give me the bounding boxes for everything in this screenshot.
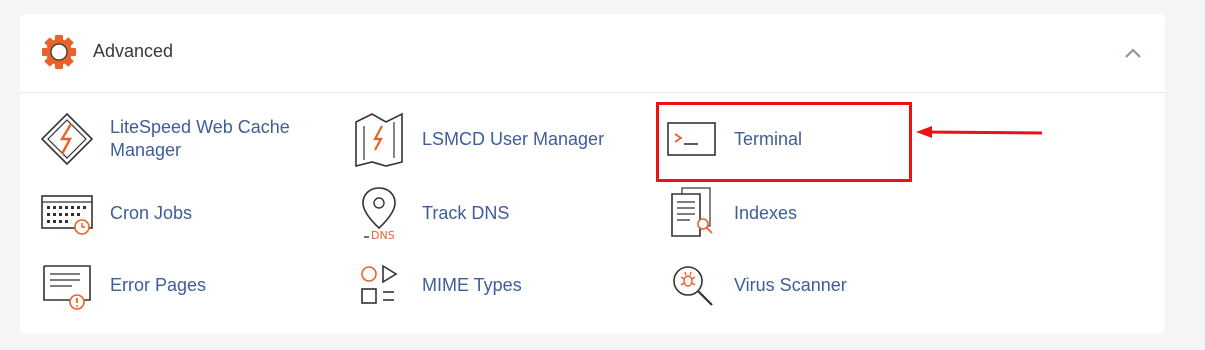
item-litespeed[interactable]: LiteSpeed Web Cache Manager: [38, 110, 310, 168]
shapes-icon: [350, 256, 408, 314]
item-label: Indexes: [734, 202, 798, 223]
advanced-panel: Advanced LiteSpeed Web Cache Manager LSM…: [20, 14, 1165, 334]
item-label: Error Pages: [110, 274, 207, 295]
item-label: Track DNS: [422, 202, 510, 223]
calendar-clock-icon: [38, 184, 96, 242]
item-label: LiteSpeed Web Cache Manager: [110, 117, 290, 160]
item-label: LSMCD User Manager: [422, 128, 605, 149]
item-indexes[interactable]: Indexes: [662, 184, 797, 242]
item-track-dns[interactable]: DNS Track DNS: [350, 184, 509, 242]
map-pin-dns-icon: DNS: [350, 184, 408, 242]
item-cron-jobs[interactable]: Cron Jobs: [38, 184, 192, 242]
item-label: MIME Types: [422, 274, 522, 295]
item-virus-scanner[interactable]: Virus Scanner: [662, 256, 847, 314]
magnifier-bug-icon: [662, 256, 720, 314]
item-label: Virus Scanner: [734, 274, 847, 295]
panel-title: Advanced: [93, 41, 174, 61]
collapse-toggle[interactable]: [1120, 42, 1146, 64]
panel-header[interactable]: Advanced: [20, 14, 1165, 93]
dns-badge: DNS: [371, 229, 395, 242]
item-mime-types[interactable]: MIME Types: [350, 256, 522, 314]
item-lsmcd[interactable]: LSMCD User Manager: [350, 110, 604, 168]
litespeed-icon: [38, 110, 96, 168]
gear-icon: [42, 35, 76, 69]
annotation-arrow-icon: [916, 126, 1043, 138]
annotation-highlight-box: [656, 102, 912, 182]
item-label: Cron Jobs: [110, 202, 193, 223]
chevron-up-icon: [1125, 48, 1141, 58]
document-search-icon: [662, 184, 720, 242]
item-error-pages[interactable]: Error Pages: [38, 256, 206, 314]
document-alert-icon: [38, 256, 96, 314]
lsmcd-icon: [350, 110, 408, 168]
